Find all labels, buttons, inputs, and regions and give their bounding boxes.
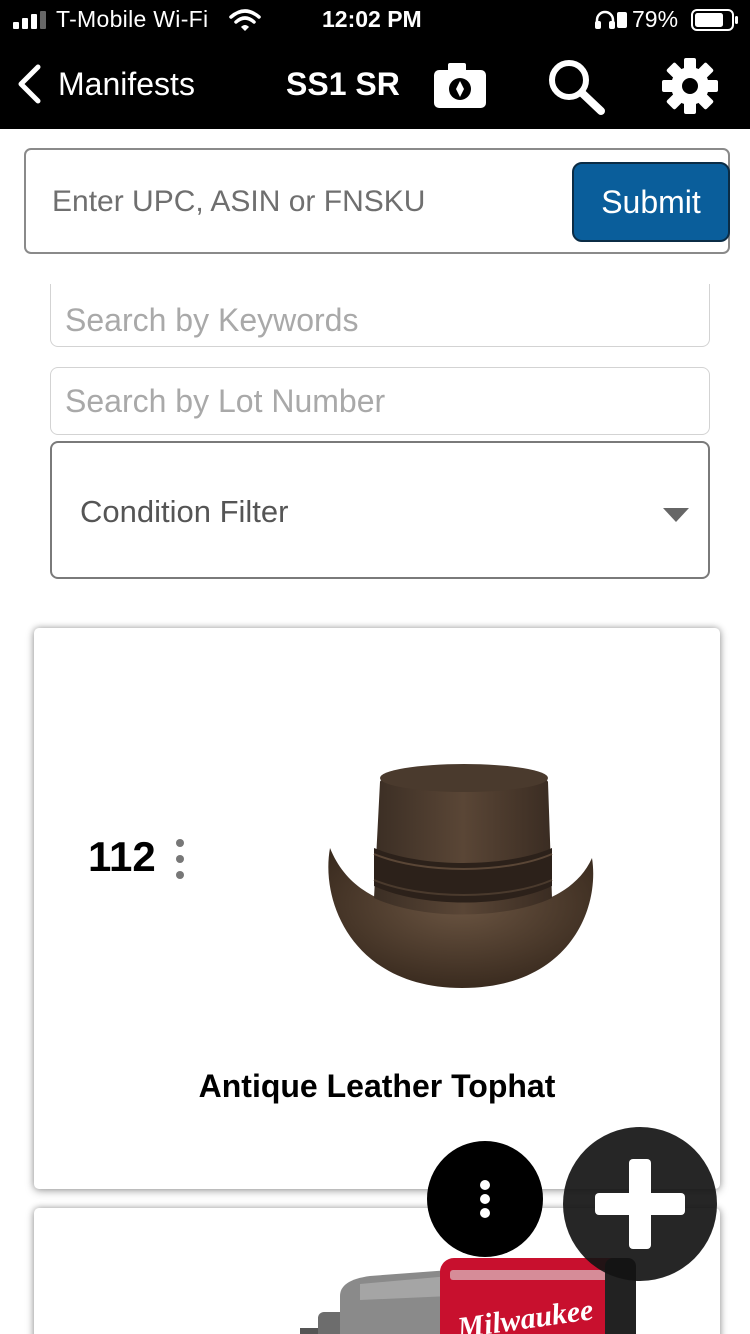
camera-scan-button[interactable] (430, 58, 490, 112)
plus-icon (595, 1159, 685, 1249)
camera-scan-icon (434, 63, 486, 108)
add-item-button[interactable] (563, 1127, 717, 1281)
item-image-hat (328, 764, 594, 988)
page-title: SS1 SR (286, 66, 400, 102)
condition-filter-select[interactable]: Condition Filter (50, 441, 710, 579)
chevron-left-icon (18, 64, 41, 104)
keyword-search-input[interactable] (50, 284, 710, 347)
gear-icon (662, 58, 718, 114)
search-button[interactable] (545, 56, 607, 116)
more-actions-button[interactable] (427, 1141, 543, 1257)
headphones-icon (595, 10, 615, 29)
condition-filter-label: Condition Filter (80, 494, 289, 529)
submit-label: Submit (601, 183, 701, 220)
back-button[interactable]: Manifests (14, 58, 214, 110)
search-icon (549, 60, 605, 115)
rotation-lock-icon (617, 12, 627, 28)
wifi-icon (229, 9, 261, 31)
upc-input[interactable] (52, 174, 562, 230)
submit-button[interactable]: Submit (572, 162, 730, 242)
carrier-label: T-Mobile Wi-Fi (56, 6, 209, 32)
status-bar: T-Mobile Wi-Fi 12:02 PM 79% (0, 0, 750, 40)
item-quantity: 112 (88, 833, 156, 880)
item-card[interactable]: 112 Antique Leather Tophat (34, 628, 720, 1189)
back-label: Manifests (58, 65, 195, 102)
battery-icon (691, 9, 738, 31)
upc-entry-form: Submit (24, 148, 730, 254)
signal-icon (13, 11, 46, 29)
clock-time: 12:02 PM (322, 6, 422, 32)
caret-down-icon (663, 508, 689, 522)
battery-percent: 79% (632, 6, 679, 32)
more-vertical-icon[interactable] (170, 836, 190, 882)
item-title: Antique Leather Tophat (198, 1068, 556, 1104)
more-vertical-icon (480, 1180, 490, 1218)
lot-number-search-input[interactable] (50, 367, 710, 435)
nav-bar: Manifests SS1 SR (0, 40, 750, 129)
settings-button[interactable] (660, 56, 720, 116)
